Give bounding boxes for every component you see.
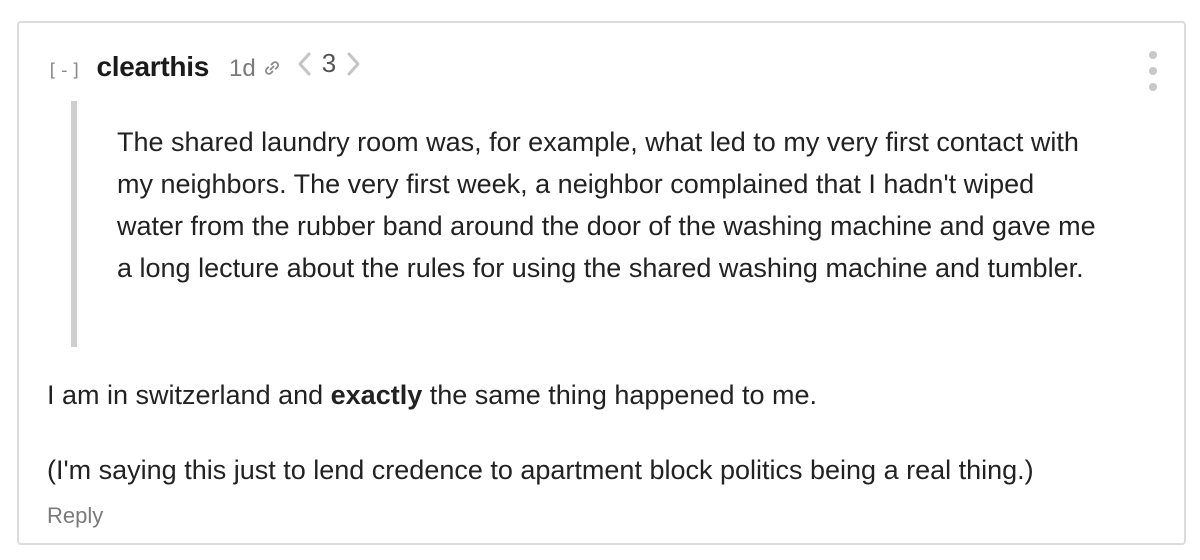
kebab-dot [1149,51,1157,59]
link-icon[interactable] [262,58,282,78]
kebab-dot [1149,83,1157,91]
vote-count: 3 [321,48,337,78]
collapse-toggle[interactable]: [-] [47,60,83,81]
body-text-after: the same thing happened to me. [422,380,817,410]
comment-age: 1d [229,54,256,82]
vote-navigation: 3 [294,48,364,79]
comment-card: [-] clearthis 1d 3 The shared laundry ro… [17,21,1186,545]
body-text-before: I am in switzerland and [47,380,331,410]
kebab-dot [1149,67,1157,75]
quoted-text: The shared laundry room was, for example… [71,101,1111,347]
comment-header: [-] clearthis 1d 3 [47,45,364,83]
body-text-bold: exactly [330,380,423,410]
more-vertical-icon[interactable] [1146,51,1160,91]
username-link[interactable]: clearthis [97,51,210,83]
reply-button[interactable]: Reply [47,503,103,529]
quote-paragraph: The shared laundry room was, for example… [117,127,1096,283]
chevron-right-icon[interactable] [342,49,364,79]
chevron-left-icon[interactable] [294,49,316,79]
comment-body-line-2: (I'm saying this just to lend credence t… [47,455,1034,485]
comment-body-line-1: I am in switzerland and exactly the same… [47,377,817,413]
